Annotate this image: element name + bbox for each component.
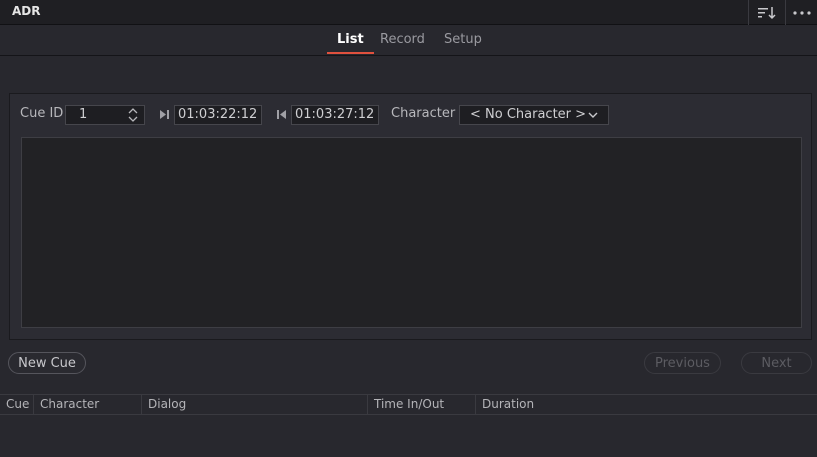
column-cue[interactable]: Cue — [0, 395, 34, 414]
tab-setup[interactable]: Setup — [444, 32, 482, 54]
column-character[interactable]: Character — [34, 395, 142, 414]
mark-in-icon — [160, 110, 169, 119]
time-in-field[interactable]: 01:03:22:12 — [174, 105, 262, 125]
mark-out-icon — [277, 110, 286, 119]
character-dropdown[interactable]: < No Character > — [459, 105, 609, 125]
column-dialog[interactable]: Dialog — [142, 395, 368, 414]
column-time-in-out[interactable]: Time In/Out — [368, 395, 476, 414]
sort-icon — [757, 6, 776, 19]
character-label: Character — [391, 106, 456, 121]
tab-bar: List Record Setup — [0, 25, 817, 56]
sort-button[interactable] — [748, 0, 784, 25]
column-duration[interactable]: Duration — [476, 395, 616, 414]
window-title: ADR — [12, 4, 41, 18]
tab-record[interactable]: Record — [380, 32, 425, 54]
cue-editor-panel: Cue ID 1 01:03:22:12 01:03:27:12 Charact… — [9, 93, 812, 340]
more-icon — [792, 10, 811, 15]
new-cue-button[interactable]: New Cue — [8, 352, 86, 374]
time-out-field[interactable]: 01:03:27:12 — [291, 105, 379, 125]
cue-table-header: Cue Character Dialog Time In/Out Duratio… — [0, 394, 817, 415]
previous-button[interactable]: Previous — [644, 352, 721, 374]
dialog-text-area[interactable] — [21, 137, 802, 328]
cue-table-body — [0, 415, 817, 457]
more-options-button[interactable] — [785, 0, 817, 25]
next-button[interactable]: Next — [741, 352, 812, 374]
cue-id-field[interactable]: 1 — [65, 105, 145, 125]
character-value: < No Character > — [470, 107, 587, 122]
spinner-icon[interactable] — [128, 107, 138, 123]
cue-id-label: Cue ID — [20, 106, 64, 121]
tab-list[interactable]: List — [327, 32, 374, 54]
title-bar: ADR — [0, 0, 817, 25]
cue-id-value: 1 — [79, 107, 88, 122]
chevron-down-icon — [588, 112, 598, 118]
